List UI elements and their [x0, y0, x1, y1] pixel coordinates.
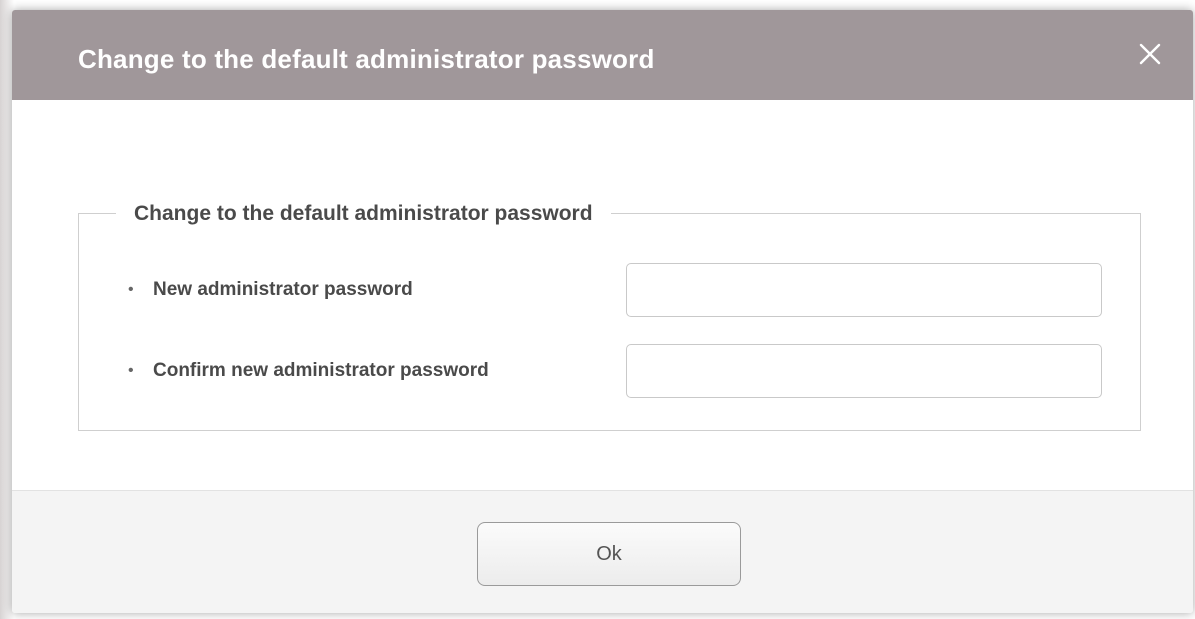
password-fieldset [78, 213, 1141, 431]
dialog-header: Change to the default administrator pass… [12, 10, 1193, 100]
close-button[interactable] [1130, 34, 1170, 74]
dialog-title: Change to the default administrator pass… [78, 44, 655, 74]
confirm-password-row: • Confirm new administrator password [128, 344, 1108, 398]
new-password-label: New administrator password [153, 279, 413, 300]
confirm-password-label: Confirm new administrator password [153, 360, 489, 381]
new-password-row: • New administrator password [128, 263, 1108, 317]
confirm-password-input[interactable] [626, 344, 1102, 398]
password-dialog: Change to the default administrator pass… [12, 10, 1193, 613]
bullet-icon: • [128, 281, 134, 298]
dialog-footer: Ok [12, 490, 1193, 613]
new-password-input[interactable] [626, 263, 1102, 317]
bullet-icon: • [128, 362, 134, 379]
close-icon [1139, 43, 1161, 65]
fieldset-legend: Change to the default administrator pass… [116, 201, 611, 227]
ok-button[interactable]: Ok [477, 522, 741, 586]
